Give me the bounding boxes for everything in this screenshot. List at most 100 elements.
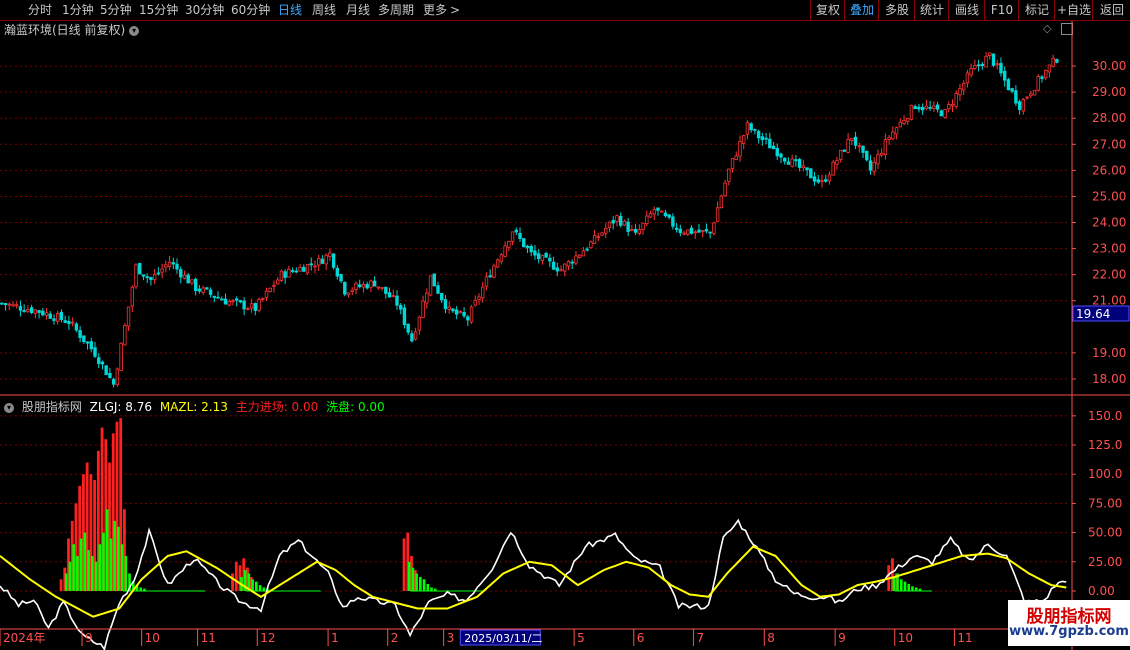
candle-body — [402, 307, 407, 326]
candle-body — [581, 250, 586, 257]
green-bar — [907, 583, 911, 591]
candle-body — [387, 292, 392, 298]
stock-chart[interactable]: 30.0029.0028.0027.0026.0025.0024.0023.00… — [0, 0, 1130, 650]
date-label: 2024年 — [3, 631, 46, 645]
green-bar — [64, 573, 68, 591]
green-bar — [411, 567, 415, 591]
candle-body — [898, 121, 903, 128]
candle-body — [906, 118, 910, 122]
candle-body — [231, 300, 235, 302]
candle-body — [413, 331, 418, 340]
price-tick-label: 27.00 — [1092, 137, 1126, 151]
candle-body — [779, 153, 783, 158]
price-tick-label: 23.00 — [1092, 242, 1126, 256]
candle-body — [727, 168, 731, 182]
candle-body — [234, 298, 239, 301]
green-bar — [98, 544, 102, 591]
candle-body — [801, 165, 806, 169]
date-cursor-label: 2025/03/11/二 — [464, 632, 542, 645]
date-label: 9 — [85, 631, 93, 645]
candle-body — [100, 361, 105, 365]
candle-body — [410, 333, 414, 342]
candle-body — [950, 104, 955, 107]
green-bar — [903, 581, 907, 591]
candle-body — [440, 293, 444, 301]
candle-body — [551, 261, 556, 270]
candle-body — [965, 72, 970, 84]
candle-body — [320, 258, 325, 264]
candle-body — [78, 330, 82, 339]
candle-body — [835, 160, 839, 165]
candle-body — [715, 207, 720, 222]
candle-body — [503, 245, 507, 257]
candle-body — [701, 229, 705, 232]
candle-body — [216, 296, 220, 299]
candle-body — [242, 300, 246, 310]
price-tick-label: 22.00 — [1092, 268, 1126, 282]
date-label: 12 — [260, 631, 275, 645]
candle-body — [11, 303, 15, 307]
candle-body — [432, 273, 436, 287]
watermark-logo: 股朋指标网 www.7gpzb.com — [1008, 600, 1130, 646]
candle-body — [879, 152, 884, 156]
green-bar — [426, 583, 430, 591]
candle-body — [876, 154, 880, 165]
candle-body — [298, 266, 302, 272]
candle-body — [525, 245, 530, 249]
date-label: 8 — [767, 631, 775, 645]
candle-body — [372, 280, 377, 287]
candle-body — [481, 286, 485, 299]
candle-body — [626, 221, 630, 232]
date-label: 2 — [391, 631, 399, 645]
candle-body — [563, 263, 567, 272]
candle-body — [704, 229, 709, 232]
green-bar — [113, 520, 116, 591]
price-tick-label: 25.00 — [1092, 189, 1126, 203]
candle-body — [253, 303, 258, 312]
indicator-tick-label: 50.00 — [1088, 526, 1122, 540]
candle-body — [167, 261, 172, 267]
candle-body — [984, 56, 988, 68]
candle-body — [477, 296, 481, 300]
candle-body — [742, 135, 746, 144]
candle-body — [454, 309, 459, 315]
candle-body — [592, 234, 597, 244]
green-bar — [255, 581, 258, 591]
candle-body — [980, 63, 985, 67]
candle-body — [589, 241, 593, 249]
candle-body — [671, 216, 675, 227]
candle-body — [70, 321, 75, 324]
candle-body — [145, 276, 149, 279]
candle-body — [764, 137, 768, 140]
candle-body — [913, 106, 917, 110]
candle-body — [193, 278, 198, 291]
green-bar — [120, 544, 124, 591]
candle-body — [697, 229, 701, 233]
candle-body — [380, 286, 384, 289]
candle-body — [570, 261, 574, 264]
candle-body — [719, 195, 724, 209]
candle-body — [488, 275, 492, 278]
candle-body — [738, 141, 742, 157]
green-bar — [90, 555, 94, 591]
candle-body — [391, 295, 395, 298]
candle-body — [160, 268, 164, 273]
candle-body — [686, 229, 690, 235]
candle-body — [74, 323, 79, 331]
indicator-tick-label: 100.0 — [1088, 467, 1122, 481]
candle-body — [693, 231, 697, 234]
green-bar — [422, 579, 426, 591]
candle-body — [272, 285, 276, 287]
green-bar — [87, 550, 90, 591]
candle-body — [59, 311, 64, 320]
candle-body — [809, 168, 813, 179]
candle-body — [768, 138, 772, 149]
candle-body — [827, 174, 832, 182]
candle-body — [264, 290, 269, 298]
candle-body — [853, 136, 858, 146]
candle-body — [805, 167, 809, 171]
indicator-tick-label: 0.00 — [1088, 584, 1115, 598]
candle-body — [894, 127, 899, 135]
green-bar — [911, 586, 914, 591]
indicator-menu-icon[interactable]: ▾ — [4, 402, 14, 413]
